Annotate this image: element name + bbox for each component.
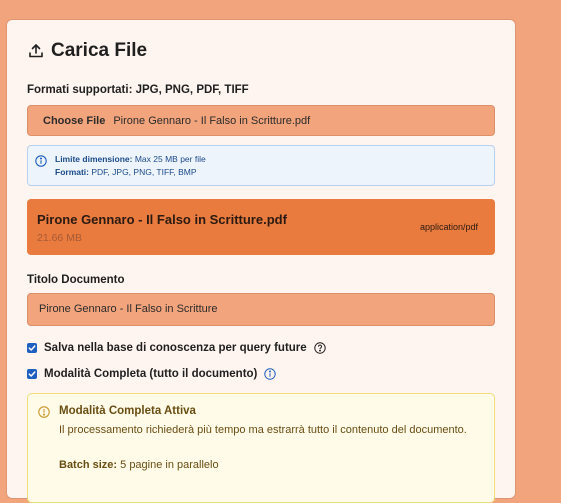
check-icon [28,345,36,351]
choose-file-button[interactable]: Choose File [43,115,105,127]
size-limit-label: Limite dimensione: [55,154,133,164]
save-kb-option[interactable]: Salva nella base di conoscenza per query… [27,342,326,354]
upload-card: Carica File Formati supportati: JPG, PNG… [6,19,516,503]
file-input-filename: Pirone Gennaro - Il Falso in Scritture.p… [113,114,311,127]
info-icon [35,155,47,167]
file-input[interactable]: Choose File Pirone Gennaro - Il Falso in… [27,105,495,136]
selected-file-type: application/pdf [419,222,478,232]
full-mode-option[interactable]: Modalità Completa (tutto il documento) [27,368,277,380]
formats-label: Formati supportati: JPG, PNG, PDF, TIFF [27,84,249,96]
full-mode-label: Modalità Completa (tutto il documento) [44,368,258,380]
upload-icon [29,44,43,58]
card-title: Carica File [51,40,148,61]
check-icon [28,371,36,377]
doc-title-label: Titolo Documento [27,274,125,286]
selected-file-card: Pirone Gennaro - Il Falso in Scritture.p… [27,199,495,255]
full-mode-warning: Modalità Completa Attiva Il processament… [27,393,495,503]
warning-icon [38,406,50,418]
doc-title-input[interactable]: Pirone Gennaro - Il Falso in Scritture [27,293,495,326]
batch-size-value: 5 pagine in parallelo [120,459,219,471]
card-header: Carica File [28,40,147,62]
size-limit-value: Max 25 MB per file [134,154,206,164]
batch-size-line: Batch size: 5 pagine in parallelo [59,459,219,471]
batch-size-label: Batch size: [59,459,118,471]
info-icon[interactable] [264,368,277,380]
save-kb-label: Salva nella base di conoscenza per query… [44,342,307,354]
formats-info-value: PDF, JPG, PNG, TIFF, BMP [91,167,197,177]
save-kb-checkbox[interactable] [27,343,37,353]
limits-info-box: Limite dimensione: Max 25 MB per file Fo… [27,145,495,186]
selected-file-name: Pirone Gennaro - Il Falso in Scritture.p… [37,212,287,227]
full-mode-checkbox[interactable] [27,369,37,379]
warning-body: Il processamento richiederà più tempo ma… [59,424,467,436]
formats-line: Formati: PDF, JPG, PNG, TIFF, BMP [55,167,197,177]
selected-file-size: 21.66 MB [37,232,82,244]
help-icon[interactable] [313,342,326,354]
warning-title: Modalità Completa Attiva [59,405,196,417]
formats-info-label: Formati: [55,167,89,177]
size-limit-line: Limite dimensione: Max 25 MB per file [55,154,206,164]
